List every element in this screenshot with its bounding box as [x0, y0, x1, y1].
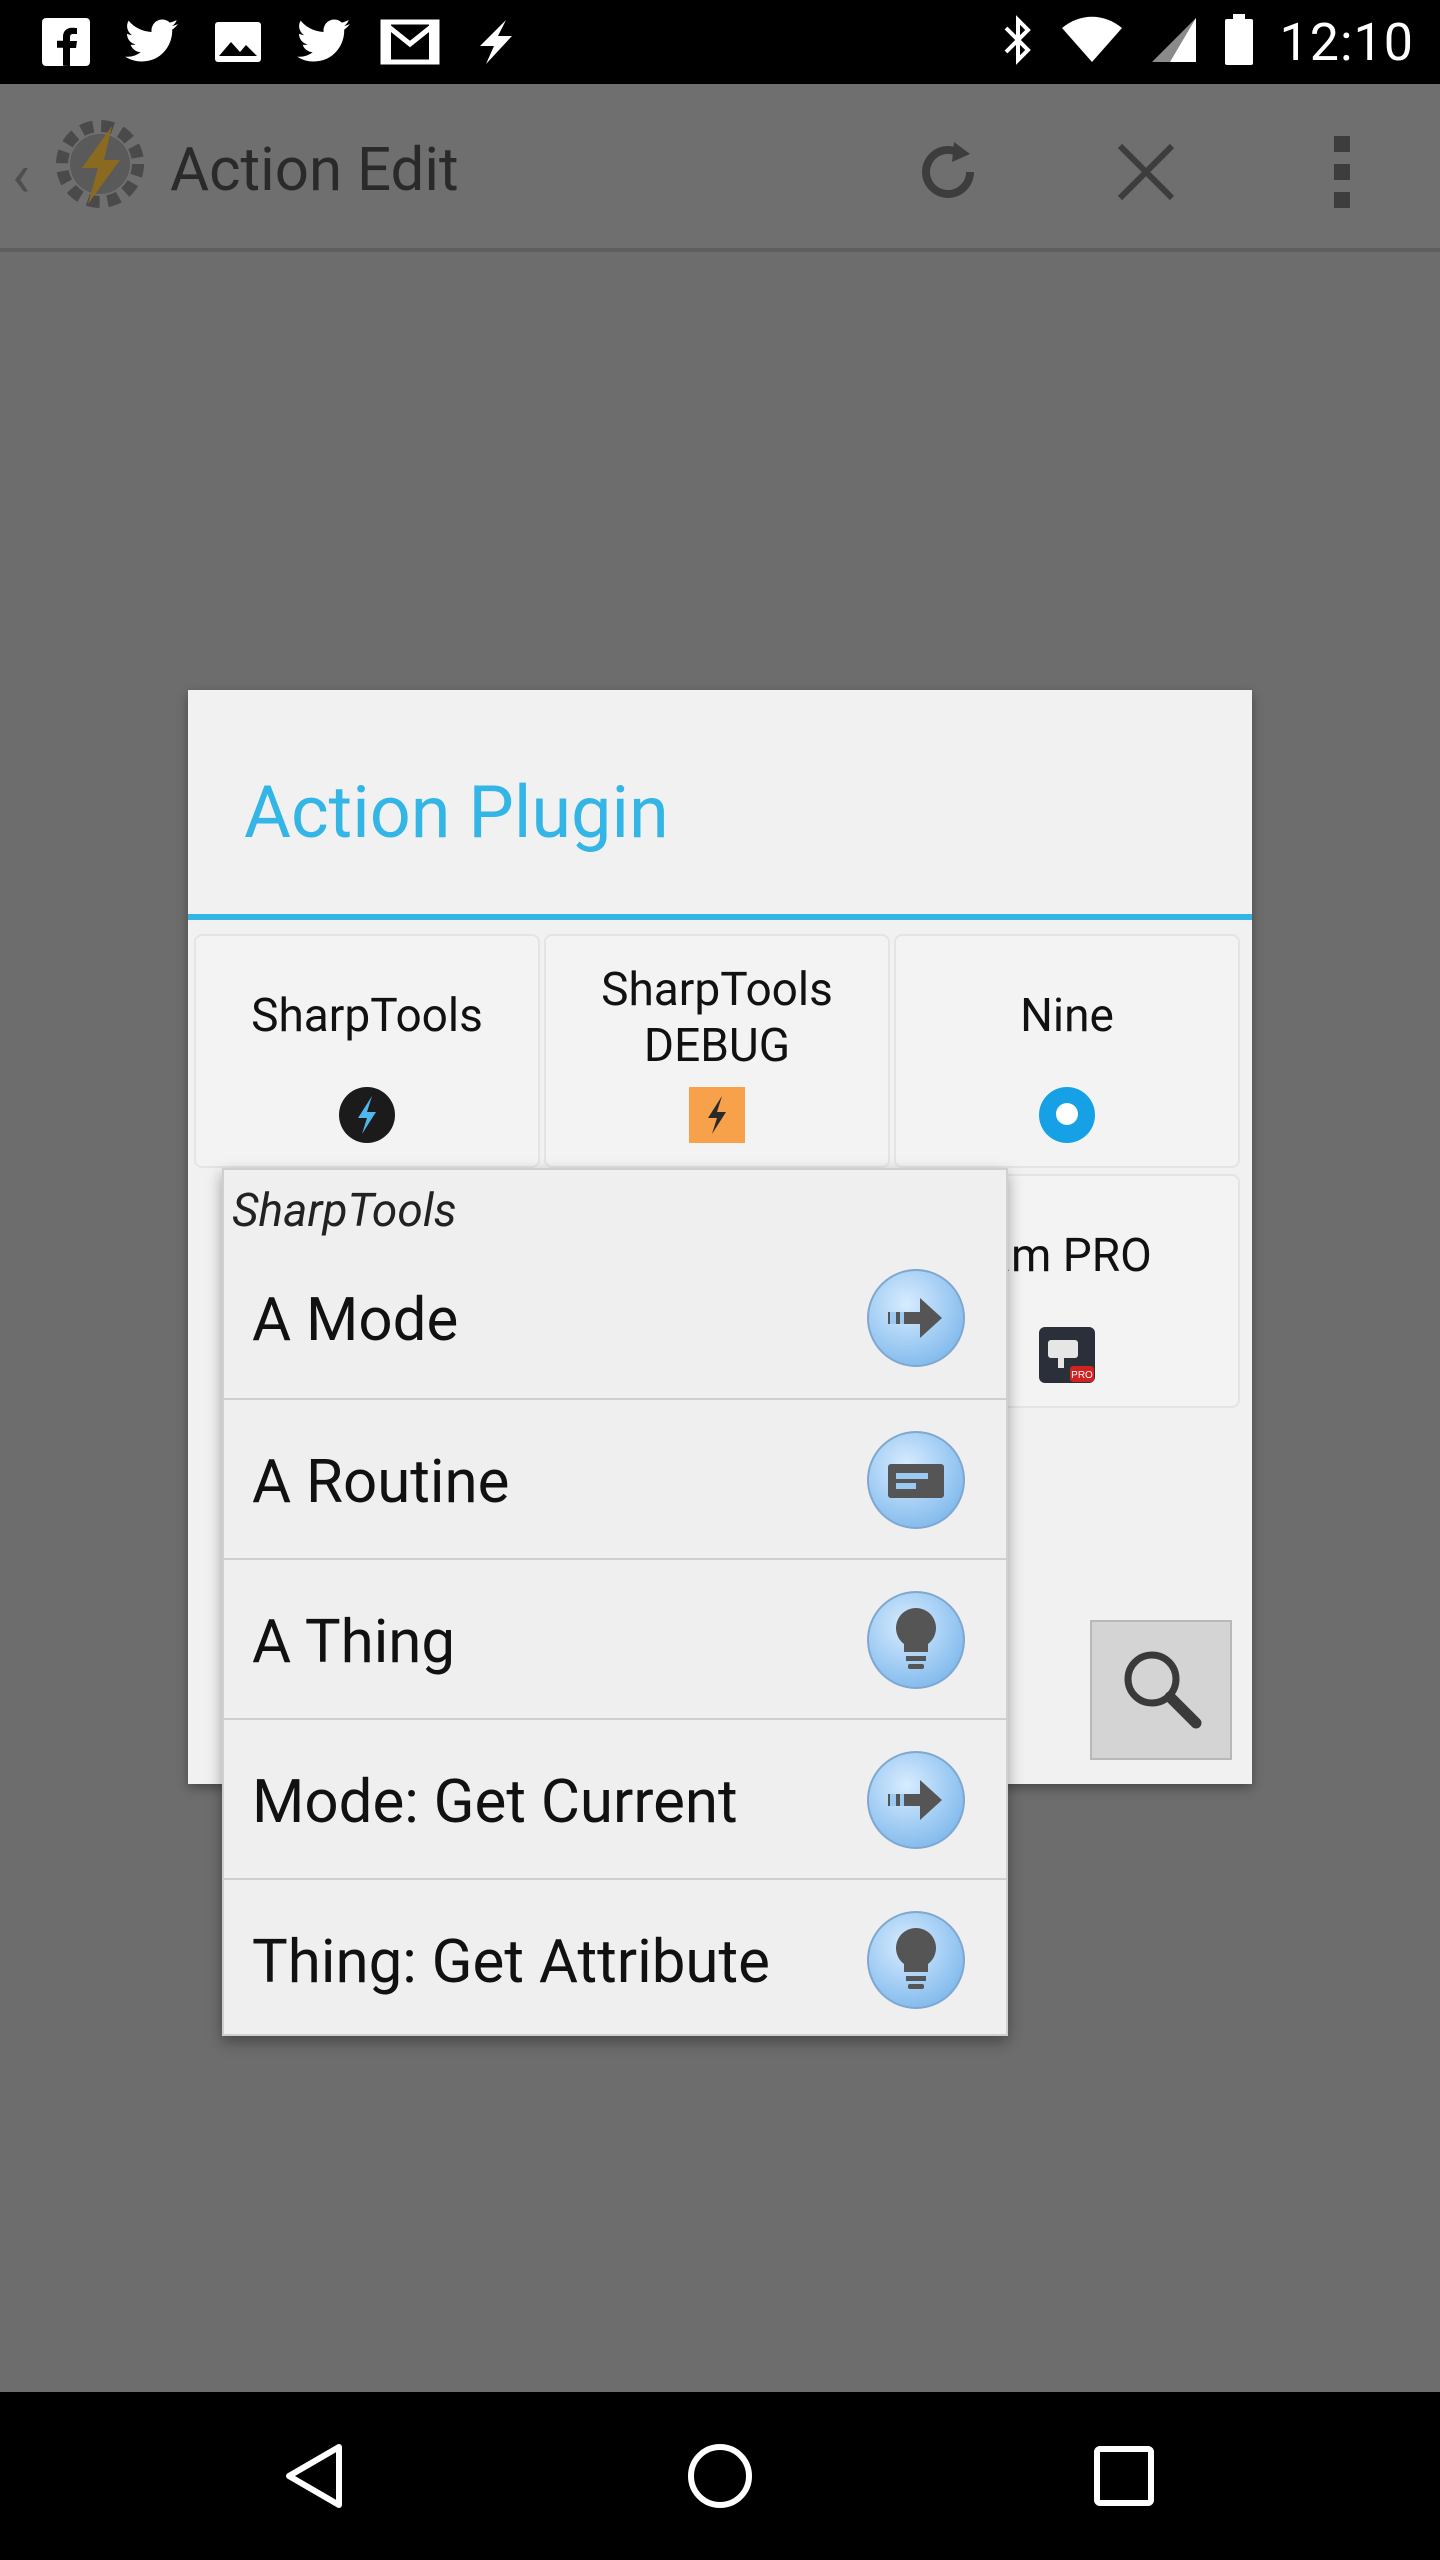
menu-item-a-mode[interactable]: A Mode — [224, 1238, 1006, 1396]
tasker-logo-icon[interactable] — [48, 112, 152, 216]
menu-item-label: Thing: Get Attribute — [252, 1926, 770, 1997]
plugin-tile-nine[interactable]: Nine — [894, 934, 1240, 1168]
menu-item-label: A Thing — [252, 1606, 456, 1677]
wifi-icon — [1060, 16, 1124, 68]
image-icon — [206, 10, 270, 74]
routine-icon — [866, 1430, 966, 1530]
menu-item-label: Mode: Get Current — [252, 1766, 738, 1837]
battery-icon — [1224, 14, 1254, 70]
menu-item-label: A Routine — [252, 1446, 510, 1517]
title-divider — [188, 914, 1252, 920]
reset-icon[interactable] — [900, 124, 996, 220]
notification-icons — [34, 10, 528, 74]
navigation-bar — [0, 2392, 1440, 2560]
recents-icon[interactable] — [1084, 2436, 1164, 2516]
clock: 12:10 — [1279, 11, 1414, 73]
arrow-icon — [866, 1268, 966, 1368]
signal-icon — [1150, 16, 1198, 68]
action-bar: ‹ Action Edit — [0, 84, 1440, 252]
twitter-icon — [292, 10, 356, 74]
facebook-icon — [34, 10, 98, 74]
close-icon[interactable] — [1098, 124, 1194, 220]
search-icon — [1116, 1643, 1206, 1737]
plugin-action-menu: SharpTools A Mode A Routine A Thing Mode… — [222, 1168, 1008, 2036]
bulb-icon — [866, 1910, 966, 2010]
bolt-icon — [464, 10, 528, 74]
sharptools-debug-icon — [688, 1086, 746, 1144]
tile-label: SharpTools — [251, 989, 483, 1043]
menu-item-label: A Mode — [252, 1284, 459, 1355]
plugin-tile-sharptools-debug[interactable]: SharpTools DEBUG — [544, 934, 890, 1168]
menu-item-mode-get-current[interactable]: Mode: Get Current — [224, 1718, 1006, 1876]
menu-item-thing-get-attribute[interactable]: Thing: Get Attribute — [224, 1878, 1006, 2036]
gmail-icon — [378, 10, 442, 74]
home-icon[interactable] — [680, 2436, 760, 2516]
arrow-icon — [866, 1750, 966, 1850]
system-icons: 12:10 — [1002, 10, 1415, 74]
up-caret-icon[interactable]: ‹ — [12, 140, 30, 211]
menu-header: SharpTools — [232, 1184, 457, 1238]
page-title: Action Edit — [170, 134, 459, 205]
back-icon[interactable] — [276, 2436, 356, 2516]
dialog-title: Action Plugin — [244, 770, 669, 855]
twitter-icon — [120, 10, 184, 74]
status-bar: 12:10 — [0, 0, 1440, 84]
plugin-tile-sharptools[interactable]: SharpTools — [194, 934, 540, 1168]
bulb-icon — [866, 1590, 966, 1690]
tile-label: SharpTools DEBUG — [601, 963, 833, 1073]
tile-label: Nine — [1020, 989, 1114, 1043]
bluetooth-icon — [1002, 14, 1034, 70]
menu-item-a-routine[interactable]: A Routine — [224, 1398, 1006, 1556]
sharptools-icon — [338, 1086, 396, 1144]
nine-icon — [1038, 1086, 1096, 1144]
overflow-menu-icon[interactable] — [1294, 124, 1390, 220]
menu-item-a-thing[interactable]: A Thing — [224, 1558, 1006, 1716]
svg-text:PRO: PRO — [1071, 1370, 1093, 1381]
search-button[interactable] — [1090, 1620, 1232, 1760]
cam-pro-icon: PRO — [1038, 1326, 1096, 1384]
